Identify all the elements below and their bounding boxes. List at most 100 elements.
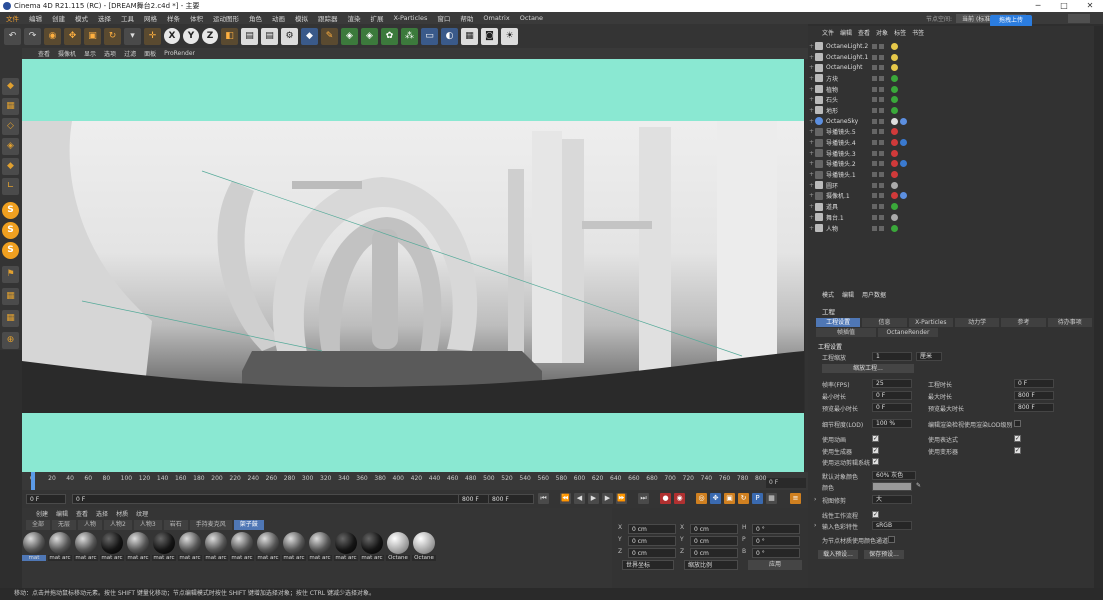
expand-icon[interactable]: + [808,54,815,61]
tag-icon[interactable] [891,192,898,200]
tag-icon[interactable] [891,106,898,114]
texture-mode-icon[interactable]: ▦ [2,98,19,115]
polygon-mode-icon[interactable]: ◆ [2,158,19,175]
view-clip-select[interactable]: 大 [872,495,912,504]
viewport-menu-item[interactable]: 过滤 [124,49,136,58]
object-row[interactable]: + 圆环 [808,180,1094,191]
viewport-menu-item[interactable]: 查看 [38,49,50,58]
tag-icon[interactable] [900,192,907,200]
object-row[interactable]: + 导播镜头.4 [808,137,1094,148]
key-scale-icon[interactable]: ▣ [724,493,735,504]
key-rotation-icon[interactable]: ↻ [738,493,749,504]
tag-icon[interactable] [891,224,898,232]
expand-icon[interactable]: + [808,160,815,167]
chevron-right-icon[interactable]: › [814,496,816,503]
material-swatch[interactable]: mat [22,532,46,572]
material-menu-item[interactable]: 查看 [76,509,88,518]
material-swatch[interactable]: mat arc [230,532,254,572]
prev-key-icon[interactable]: ⏪ [560,493,571,504]
material-menu-item[interactable]: 材质 [116,509,128,518]
tag-icon[interactable] [891,149,898,157]
material-menu-item[interactable]: 纹理 [136,509,148,518]
render-settings-icon[interactable]: ⚙ [281,27,298,45]
tag-icon[interactable] [891,64,898,72]
expand-icon[interactable]: + [808,225,815,232]
record-icon[interactable]: ● [660,493,671,504]
axis-mode-icon[interactable]: ∟ [2,178,19,195]
preview-min-field[interactable]: 0 F [872,403,912,412]
menu-item[interactable]: Octane [520,14,543,22]
coordinate-system-icon[interactable]: ◧ [221,27,238,45]
key-position-icon[interactable]: ✥ [710,493,721,504]
visibility-dots[interactable] [872,204,884,210]
array-icon[interactable]: ◈ [361,27,378,45]
pen-spline-icon[interactable]: ✎ [321,27,338,45]
coord-field[interactable]: 0 ° [752,536,800,546]
right-side-tabs[interactable] [1094,26,1103,588]
autokey-icon[interactable]: ◉ [674,493,685,504]
attribute-tab[interactable]: 参考 [1001,318,1046,327]
close-button[interactable]: ✕ [1077,0,1103,12]
material-swatch[interactable]: Octane [412,532,436,572]
key-selection-icon[interactable]: ◎ [696,493,707,504]
3d-viewport[interactable] [22,59,804,472]
attribute-tab[interactable]: OctaneRender [878,328,938,337]
material-swatch[interactable]: mat arc [178,532,202,572]
object-row[interactable]: + 道具 [808,201,1094,212]
object-menu-item[interactable]: 查看 [858,28,870,37]
material-tab[interactable]: 架子鼓 [233,520,264,530]
material-tab[interactable]: 人物2 [104,520,132,530]
visibility-dots[interactable] [872,140,884,146]
object-menu-item[interactable]: 文件 [822,28,834,37]
expand-icon[interactable]: + [808,43,815,50]
prev-frame-icon[interactable]: ◀ [574,493,585,504]
color-swatch[interactable] [872,482,912,491]
menu-item[interactable]: 模拟 [295,13,308,23]
coord-field[interactable]: 0 cm [690,536,738,546]
playhead[interactable] [31,472,35,490]
visibility-dots[interactable] [872,86,884,92]
menu-item[interactable]: 跟踪器 [318,13,338,23]
tag-icon[interactable] [900,139,907,147]
expand-icon[interactable]: + [808,139,815,146]
visibility-dots[interactable] [872,150,884,156]
use-deformers-checkbox[interactable]: ✓ [1014,447,1021,454]
viewport-scene[interactable] [22,121,804,413]
expand-icon[interactable]: + [808,171,815,178]
material-swatch[interactable]: mat arc [204,532,228,572]
visibility-dots[interactable] [872,97,884,103]
expand-icon[interactable]: + [808,75,815,82]
menu-item[interactable]: 帮助 [460,13,473,23]
input-color-select[interactable]: sRGB [872,521,912,530]
default-color-select[interactable]: 60% 灰色 [872,471,916,480]
tag-icon[interactable] [891,74,898,82]
use-expressions-checkbox[interactable]: ✓ [1014,435,1021,442]
viewport-menu-item[interactable]: 显示 [84,49,96,58]
object-row[interactable]: + 地形 [808,105,1094,116]
project-scale-field[interactable]: 1 [872,352,912,361]
snap-3d-icon[interactable]: S [2,242,19,259]
material-swatch[interactable]: mat arc [282,532,306,572]
menu-item[interactable]: 角色 [249,13,262,23]
tag-icon[interactable] [891,117,898,125]
workplane-icon[interactable]: ⚑ [2,266,19,283]
object-menu-item[interactable]: 书签 [912,28,924,37]
lod-field[interactable]: 100 % [872,419,912,428]
visibility-dots[interactable] [872,182,884,188]
attribute-tab[interactable]: X-Particles [908,318,953,327]
object-row[interactable]: + 导播镜头.1 [808,169,1094,180]
viewport-menu-item[interactable]: 摄像机 [58,49,76,58]
attribute-tab[interactable]: 信息 [862,318,907,327]
locked-workplane-icon[interactable]: ▦ [2,288,19,305]
motion-system-checkbox[interactable]: ✓ [872,458,879,465]
next-key-icon[interactable]: ⏩ [616,493,627,504]
coord-field[interactable]: 0 ° [752,548,800,558]
material-swatch[interactable]: mat arc [256,532,280,572]
expand-icon[interactable]: + [808,182,815,189]
material-swatch[interactable]: Octane [386,532,410,572]
tag-icon[interactable] [900,160,907,168]
subdivision-icon[interactable]: ◈ [341,27,358,45]
tag-icon[interactable] [891,203,898,211]
coord-field[interactable]: 0 cm [628,548,676,558]
chevron-right-icon-2[interactable]: › [814,522,816,529]
